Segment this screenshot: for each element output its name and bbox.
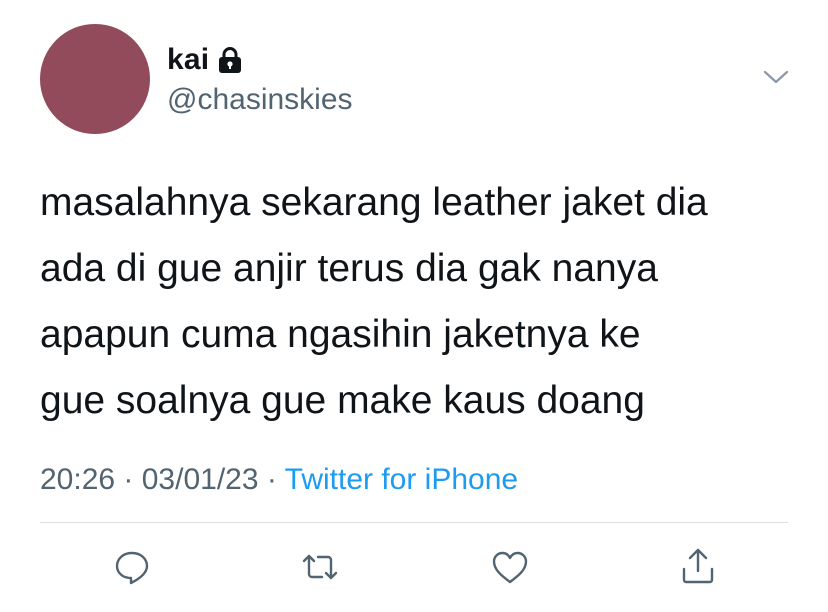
author-handle[interactable]: @chasinskies bbox=[167, 82, 353, 118]
meta-separator: · bbox=[258, 463, 285, 496]
like-icon bbox=[492, 551, 528, 584]
tweet-time[interactable]: 20:26 bbox=[40, 463, 115, 496]
tweet-source-link[interactable]: Twitter for iPhone bbox=[285, 463, 518, 496]
author-name-row: kai bbox=[167, 42, 243, 78]
lock-icon bbox=[217, 46, 243, 74]
avatar[interactable] bbox=[40, 24, 150, 134]
tweet-meta: 20:26 · 03/01/23 · Twitter for iPhone bbox=[40, 460, 518, 500]
reply-icon bbox=[115, 551, 149, 585]
chevron-down-icon[interactable] bbox=[762, 66, 790, 88]
tweet-text-line: masalahnya sekarang leather jaket dia bbox=[40, 181, 708, 224]
display-name[interactable]: kai bbox=[167, 42, 209, 78]
reply-button[interactable] bbox=[110, 545, 154, 589]
tweet-text-line: gue soalnya gue make kaus doang bbox=[40, 379, 645, 422]
retweet-icon bbox=[302, 554, 338, 580]
tweet-date[interactable]: 03/01/23 bbox=[142, 463, 259, 496]
share-button[interactable] bbox=[676, 545, 720, 589]
divider bbox=[40, 522, 788, 523]
meta-separator: · bbox=[115, 463, 142, 496]
tweet-text: masalahnya sekarang leather jaket dia ad… bbox=[40, 170, 800, 434]
like-button[interactable] bbox=[488, 545, 532, 589]
tweet-text-line: ada di gue anjir terus dia gak nanya bbox=[40, 247, 658, 290]
retweet-button[interactable] bbox=[298, 545, 342, 589]
tweet-text-line: apapun cuma ngasihin jaketnya ke bbox=[40, 313, 641, 356]
share-icon bbox=[682, 548, 714, 584]
